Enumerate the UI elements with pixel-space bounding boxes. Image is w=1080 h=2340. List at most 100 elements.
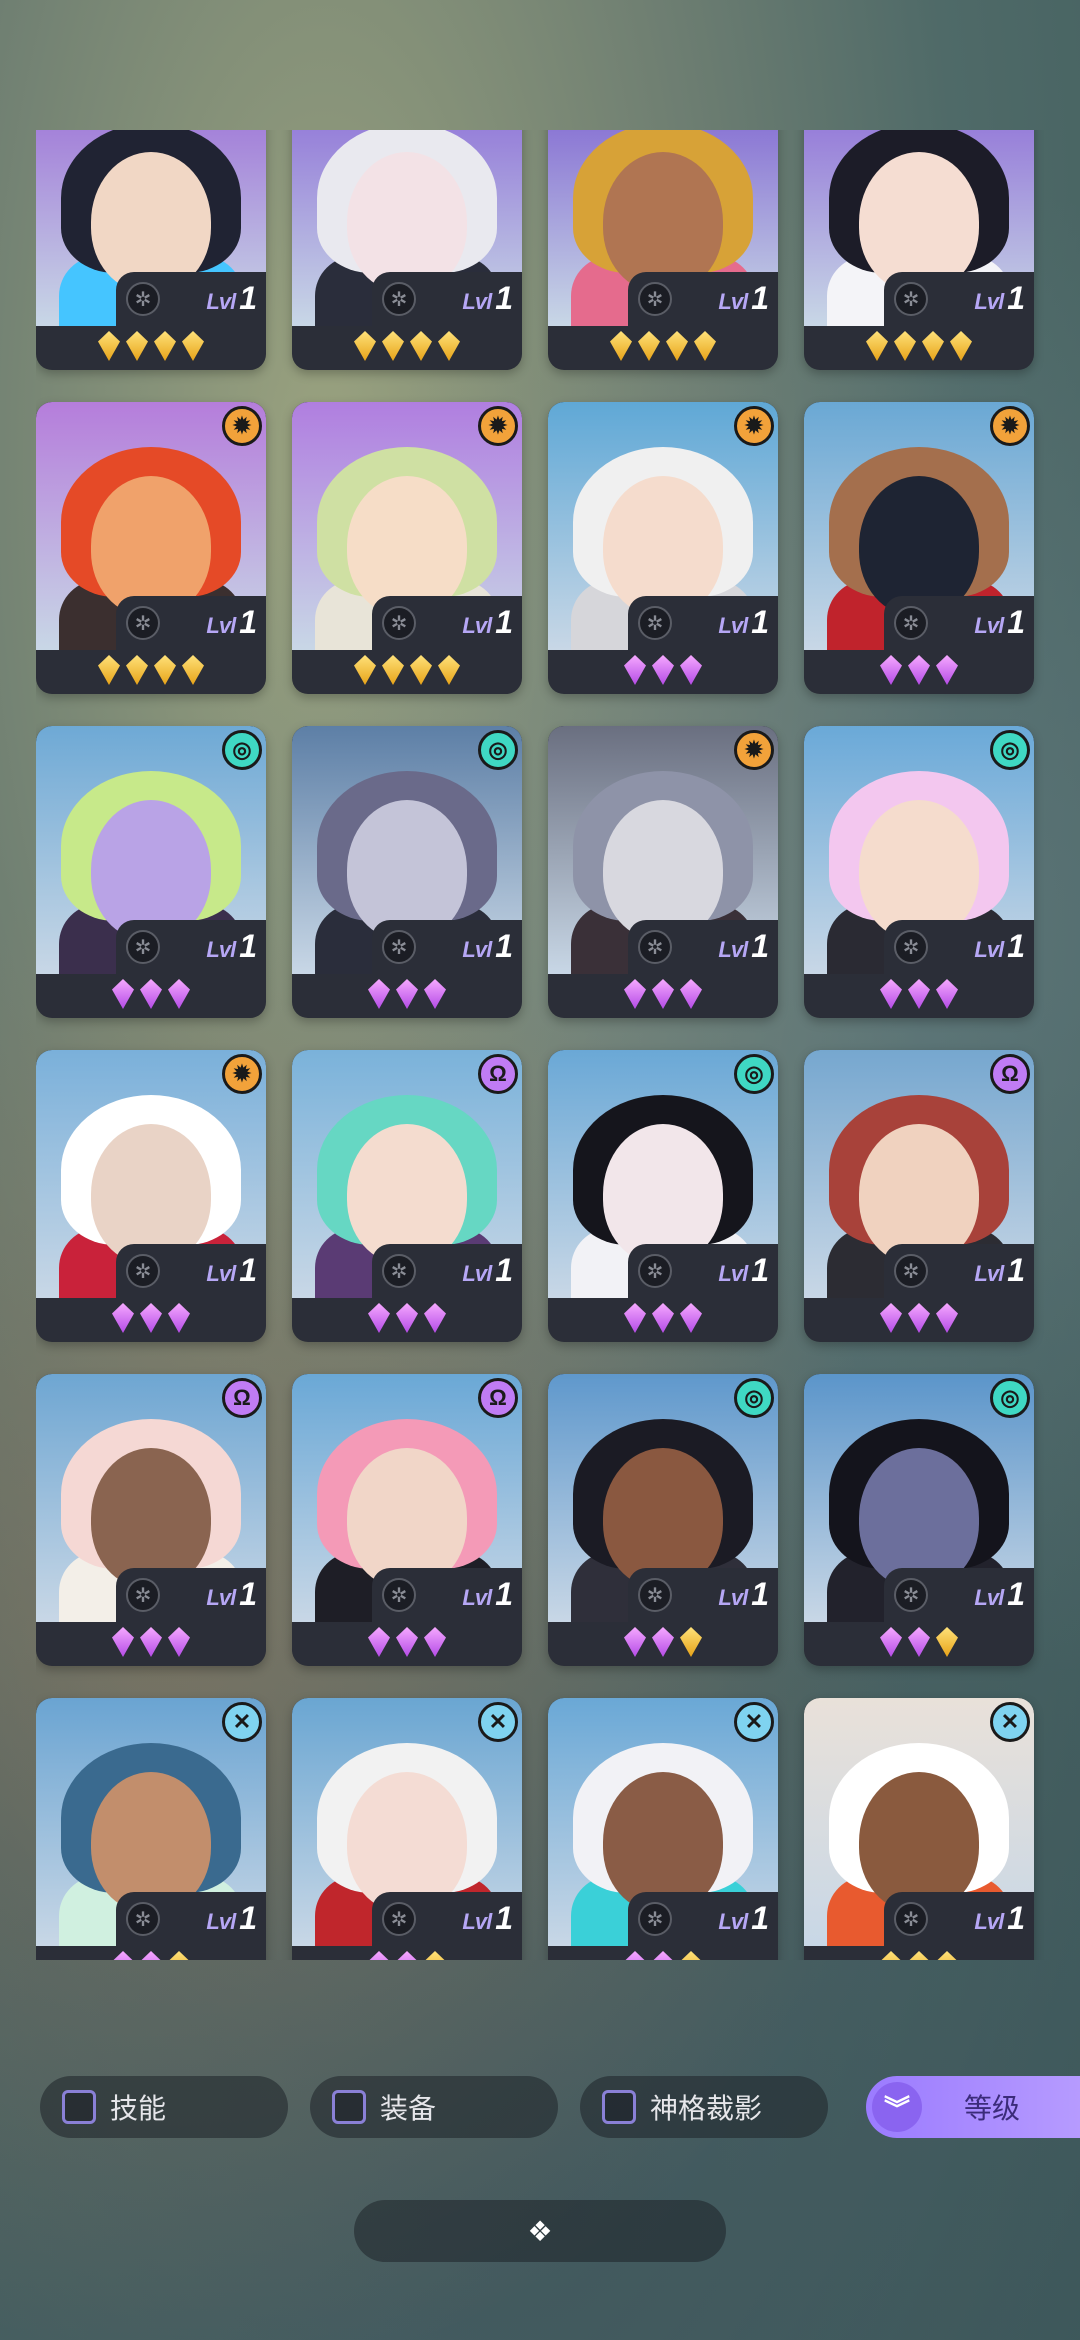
purple-gem-icon bbox=[624, 1627, 646, 1657]
hero-face bbox=[91, 799, 211, 940]
hero-card[interactable]: ✹ ✲ Lvl 1 bbox=[36, 1050, 266, 1342]
hero-card[interactable]: ✕ ✲ Lvl 1 bbox=[36, 1698, 266, 1960]
level-prefix: Lvl bbox=[462, 1261, 492, 1286]
equipment-filter-chip[interactable]: 装备 bbox=[310, 2076, 558, 2138]
gold-gem-icon bbox=[98, 655, 120, 685]
hero-card[interactable]: ◎ ✲ Lvl 1 bbox=[548, 1050, 778, 1342]
purple-gem-icon bbox=[880, 1303, 902, 1333]
purple-gem-icon bbox=[652, 1303, 674, 1333]
wave-class-icon: ◎ bbox=[990, 1378, 1030, 1418]
hero-card[interactable]: Ω ✲ Lvl 1 bbox=[292, 1374, 522, 1666]
purple-gem-icon bbox=[908, 1303, 930, 1333]
hero-grid: ✲ Lvl 1 ✲ Lvl 1 ✲ Lvl 1 ✲ Lvl 1 ✹ ✲ Lvl 1 ✹ ✲ Lvl 1 ✹ ✲ Lvl 1 ✹ ✲… bbox=[36, 130, 1044, 1960]
level-bar: ✲ Lvl 1 bbox=[628, 596, 778, 650]
hero-card[interactable]: ✹ ✲ Lvl 1 bbox=[548, 402, 778, 694]
level-label: Lvl 1 bbox=[718, 604, 769, 641]
level-bar: ✲ Lvl 1 bbox=[372, 920, 522, 974]
hero-card[interactable]: ✕ ✲ Lvl 1 bbox=[804, 1698, 1034, 1960]
level-label: Lvl 1 bbox=[974, 604, 1025, 641]
hero-face bbox=[859, 799, 979, 940]
rarity-gems bbox=[36, 1948, 266, 1960]
hero-face bbox=[859, 475, 979, 616]
hero-card[interactable]: ◎ ✲ Lvl 1 bbox=[804, 726, 1034, 1018]
hero-card[interactable]: ✹ ✲ Lvl 1 bbox=[36, 402, 266, 694]
hero-card[interactable]: ◎ ✲ Lvl 1 bbox=[292, 726, 522, 1018]
level-prefix: Lvl bbox=[462, 1585, 492, 1610]
checkbox-icon[interactable] bbox=[602, 2090, 636, 2124]
checkbox-icon[interactable] bbox=[62, 2090, 96, 2124]
level-label: Lvl 1 bbox=[974, 1252, 1025, 1289]
purple-gem-icon bbox=[396, 979, 418, 1009]
gold-gem-icon bbox=[880, 1951, 902, 1960]
level-prefix: Lvl bbox=[974, 1909, 1004, 1934]
cross-class-icon: ✕ bbox=[478, 1702, 518, 1742]
purple-gem-icon bbox=[368, 1951, 390, 1960]
rarity-gems bbox=[804, 976, 1034, 1012]
gold-gem-icon bbox=[168, 1951, 190, 1960]
level-number: 1 bbox=[1007, 1252, 1025, 1288]
cross-class-icon: ✕ bbox=[990, 1702, 1030, 1742]
level-number: 1 bbox=[495, 928, 513, 964]
hero-card[interactable]: ✲ Lvl 1 bbox=[548, 130, 778, 370]
omega-class-icon: Ω bbox=[990, 1054, 1030, 1094]
purple-gem-icon bbox=[624, 1951, 646, 1960]
hero-card[interactable]: ✹ ✲ Lvl 1 bbox=[548, 726, 778, 1018]
hero-face bbox=[347, 799, 467, 940]
checkbox-icon[interactable] bbox=[332, 2090, 366, 2124]
hero-card[interactable]: ✕ ✲ Lvl 1 bbox=[292, 1698, 522, 1960]
gold-gem-icon bbox=[950, 331, 972, 361]
divine-filter-chip[interactable]: 神格裁影 bbox=[580, 2076, 828, 2138]
purple-gem-icon bbox=[396, 1303, 418, 1333]
hero-card[interactable]: ✲ Lvl 1 bbox=[804, 130, 1034, 370]
level-label: Lvl 1 bbox=[718, 928, 769, 965]
hero-card[interactable]: ◎ ✲ Lvl 1 bbox=[804, 1374, 1034, 1666]
sort-button[interactable]: ︾ 等级 bbox=[866, 2076, 1080, 2138]
hero-card[interactable]: Ω ✲ Lvl 1 bbox=[292, 1050, 522, 1342]
purple-gem-icon bbox=[908, 1627, 930, 1657]
hero-card[interactable]: ✹ ✲ Lvl 1 bbox=[292, 402, 522, 694]
level-prefix: Lvl bbox=[462, 937, 492, 962]
hero-face bbox=[859, 1771, 979, 1912]
hero-card[interactable]: Ω ✲ Lvl 1 bbox=[804, 1050, 1034, 1342]
sun-class-icon: ✹ bbox=[734, 730, 774, 770]
level-number: 1 bbox=[1007, 1576, 1025, 1612]
level-number: 1 bbox=[1007, 928, 1025, 964]
hero-card[interactable]: Ω ✲ Lvl 1 bbox=[36, 1374, 266, 1666]
purple-gem-icon bbox=[424, 1627, 446, 1657]
hero-card[interactable]: ✹ ✲ Lvl 1 bbox=[804, 402, 1034, 694]
level-label: Lvl 1 bbox=[206, 1900, 257, 1937]
purple-gem-icon bbox=[652, 1951, 674, 1960]
hero-card[interactable]: ✲ Lvl 1 bbox=[36, 130, 266, 370]
rarity-gems bbox=[292, 1948, 522, 1960]
level-prefix: Lvl bbox=[718, 613, 748, 638]
wheel-icon: ✲ bbox=[126, 1578, 160, 1612]
purple-gem-icon bbox=[652, 979, 674, 1009]
wheel-icon: ✲ bbox=[382, 1902, 416, 1936]
gold-gem-icon bbox=[680, 1627, 702, 1657]
level-label: Lvl 1 bbox=[462, 1576, 513, 1613]
purple-gem-icon bbox=[936, 1303, 958, 1333]
wave-class-icon: ◎ bbox=[990, 730, 1030, 770]
wave-class-icon: ◎ bbox=[478, 730, 518, 770]
wheel-icon: ✲ bbox=[638, 1578, 672, 1612]
cross-class-icon: ✕ bbox=[222, 1702, 262, 1742]
hero-face bbox=[859, 1123, 979, 1264]
hero-card[interactable]: ◎ ✲ Lvl 1 bbox=[548, 1374, 778, 1666]
purple-gem-icon bbox=[680, 1303, 702, 1333]
purple-gem-icon bbox=[908, 655, 930, 685]
level-prefix: Lvl bbox=[462, 289, 492, 314]
hero-card[interactable]: ◎ ✲ Lvl 1 bbox=[36, 726, 266, 1018]
collapse-button[interactable]: ❖ bbox=[354, 2200, 726, 2262]
hero-card[interactable]: ✲ Lvl 1 bbox=[292, 130, 522, 370]
level-bar: ✲ Lvl 1 bbox=[628, 272, 778, 326]
skill-filter-chip[interactable]: 技能 bbox=[40, 2076, 288, 2138]
gold-gem-icon bbox=[126, 331, 148, 361]
purple-gem-icon bbox=[880, 1627, 902, 1657]
level-prefix: Lvl bbox=[974, 937, 1004, 962]
hero-face bbox=[347, 151, 467, 292]
hero-card[interactable]: ✕ ✲ Lvl 1 bbox=[548, 1698, 778, 1960]
hero-face bbox=[91, 475, 211, 616]
level-label: Lvl 1 bbox=[974, 280, 1025, 317]
hero-face bbox=[603, 1447, 723, 1588]
gold-gem-icon bbox=[694, 331, 716, 361]
